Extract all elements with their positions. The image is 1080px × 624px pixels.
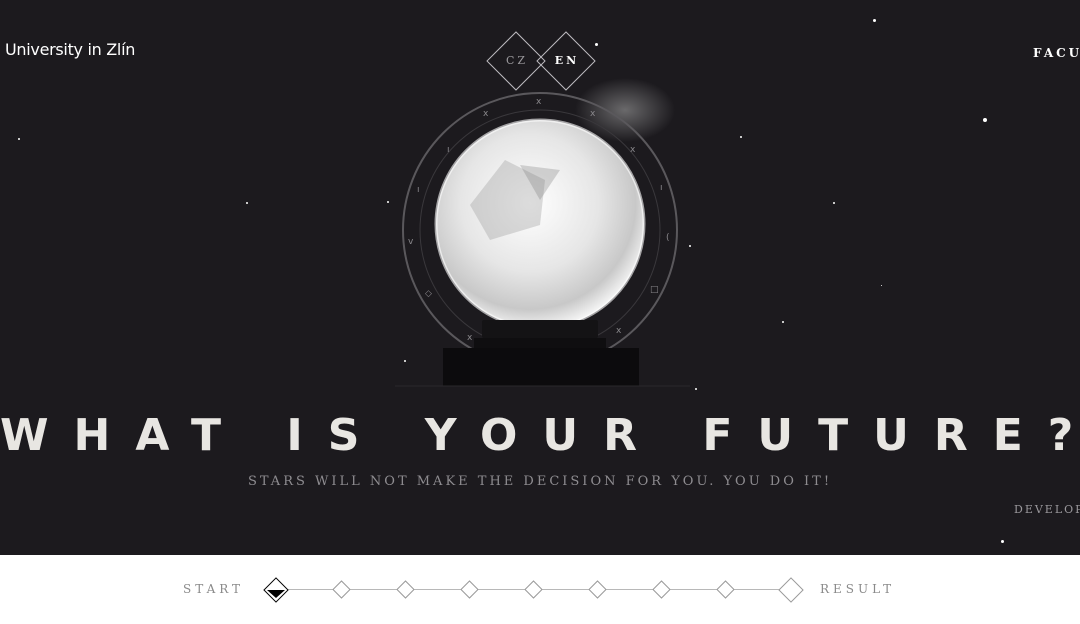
svg-text:□: □ bbox=[650, 285, 659, 295]
progress-step-5[interactable] bbox=[524, 580, 543, 599]
stand-base bbox=[443, 348, 639, 386]
progress-step-result[interactable] bbox=[778, 577, 804, 603]
svg-text:x: x bbox=[590, 109, 596, 119]
stand-mid bbox=[474, 338, 606, 348]
progress-step-8[interactable] bbox=[716, 580, 735, 599]
hero-stage: University in Zlín FACU CZ EN x x x ı x … bbox=[0, 0, 1080, 555]
progress-step-7[interactable] bbox=[652, 580, 671, 599]
progress-result-label: RESULT bbox=[820, 582, 896, 596]
svg-text:(: ( bbox=[666, 233, 670, 243]
progress-step-2[interactable] bbox=[332, 580, 351, 599]
quiz-progress-bar: START RESULT bbox=[0, 555, 1080, 624]
progress-step-6[interactable] bbox=[588, 580, 607, 599]
svg-text:x: x bbox=[616, 326, 622, 336]
svg-text:ı: ı bbox=[447, 145, 450, 155]
stand-top bbox=[482, 320, 598, 338]
svg-text:ı: ı bbox=[417, 185, 420, 195]
progress-step-3[interactable] bbox=[396, 580, 415, 599]
svg-text:x: x bbox=[483, 109, 489, 119]
svg-text:◇: ◇ bbox=[425, 289, 432, 299]
hero-subtitle: STARS WILL NOT MAKE THE DECISION FOR YOU… bbox=[247, 474, 833, 489]
progress-step-4[interactable] bbox=[460, 580, 479, 599]
progress-start-label: START bbox=[183, 582, 245, 596]
crystal-ball-illustration: x x x ı x ı ı v ( ◇ □ x x bbox=[395, 78, 690, 387]
svg-text:ı: ı bbox=[660, 183, 663, 193]
svg-text:x: x bbox=[536, 97, 542, 107]
svg-text:x: x bbox=[630, 145, 636, 155]
svg-text:x: x bbox=[467, 333, 473, 343]
progress-step-active-marker bbox=[267, 590, 285, 598]
svg-text:v: v bbox=[408, 237, 414, 247]
developer-link[interactable]: DEVELOP bbox=[1014, 503, 1080, 516]
hero-title: WHAT IS YOUR FUTURE? bbox=[0, 410, 1080, 461]
